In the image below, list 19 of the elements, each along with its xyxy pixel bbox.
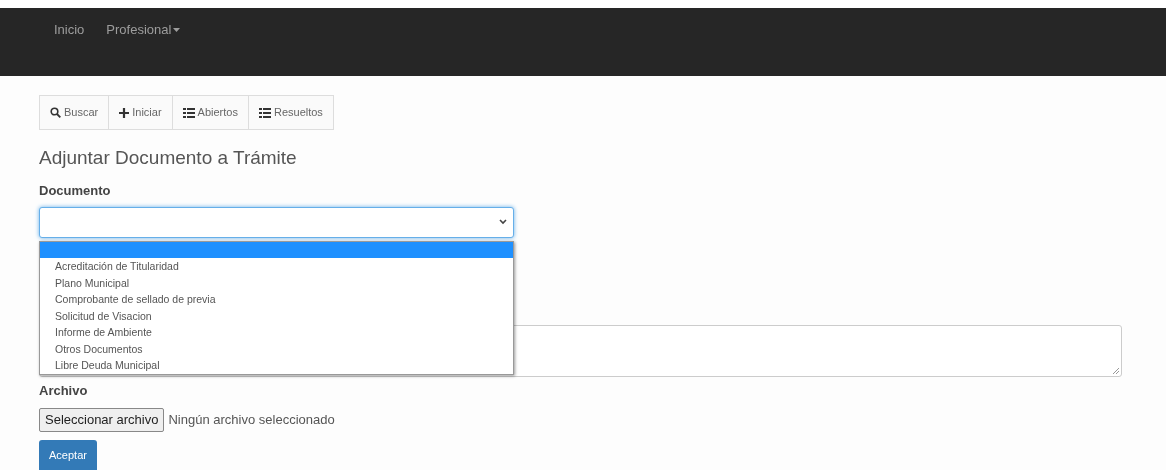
field-label: Archivo (39, 381, 89, 400)
dropdown-option[interactable]: Plano Municipal (40, 274, 513, 291)
dropdown-option[interactable]: Libre Deuda Municipal (40, 357, 513, 374)
dropdown-option[interactable]: Acreditación de Titularidad (40, 258, 513, 275)
dropdown-option[interactable]: Comprobante de sellado de previa (40, 291, 513, 308)
page-title: Adjuntar Documento a Trámite (39, 146, 298, 170)
nav-dropdown[interactable]: Profesional (106, 20, 181, 40)
file-status: Ningún archivo seleccionado (168, 411, 335, 430)
toolbar-button[interactable]: Buscar (39, 95, 110, 130)
field-label: Documento (39, 182, 112, 200)
dropdown-option[interactable]: Informe de Ambiente (40, 324, 513, 341)
nav-link[interactable]: Inicio (54, 20, 85, 40)
choose-file-button[interactable]: Seleccionar archivo (39, 408, 165, 432)
toolbar-button[interactable]: Abiertos (172, 95, 249, 130)
toolbar-button[interactable]: Resueltos (248, 95, 334, 130)
dropdown-option[interactable]: Solicitud de Visacion (40, 307, 513, 324)
accept-button[interactable]: Aceptar (39, 440, 97, 470)
dropdown-option[interactable]: Otros Documentos (40, 340, 513, 357)
toolbar-button[interactable]: Iniciar (109, 95, 173, 130)
